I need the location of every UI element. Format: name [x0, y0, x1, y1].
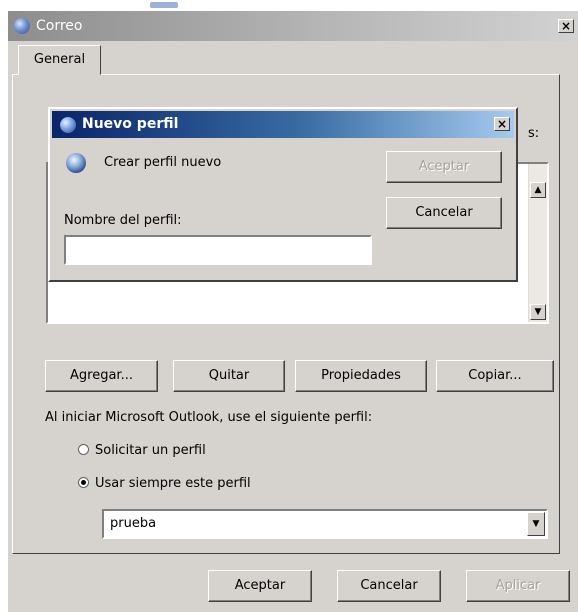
window-close-button[interactable]: ×	[558, 19, 574, 33]
apply-button[interactable]: Aplicar	[466, 570, 570, 602]
tab-general[interactable]: General	[18, 45, 101, 75]
radio-always-use-profile[interactable]: Usar siempre este perfil	[78, 476, 251, 491]
remove-profile-button[interactable]: Quitar	[173, 360, 285, 392]
add-profile-button[interactable]: Agregar...	[45, 360, 158, 392]
new-profile-dialog: Nuevo perfil × Crear perfil nuevo Nombre…	[48, 107, 518, 282]
background-fragment	[150, 2, 178, 8]
scroll-up-button[interactable]: ▲	[530, 182, 546, 198]
globe-icon	[66, 153, 86, 173]
dialog-close-button[interactable]: ×	[494, 117, 510, 131]
dialog-title: Nuevo perfil	[82, 116, 179, 132]
create-profile-label: Crear perfil nuevo	[104, 155, 222, 170]
dialog-ok-button[interactable]: Aceptar	[386, 151, 502, 183]
window-titlebar: Correo ×	[8, 11, 578, 41]
cancel-button[interactable]: Cancelar	[337, 570, 441, 602]
listbox-scrollbar[interactable]: ▲ ▼	[528, 164, 547, 322]
chevron-down-icon[interactable]: ▼	[527, 512, 545, 536]
profile-select[interactable]: prueba ▼	[102, 509, 548, 539]
copy-profile-button[interactable]: Copiar...	[436, 360, 554, 392]
radio-label: Usar siempre este perfil	[95, 476, 251, 491]
radio-label: Solicitar un perfil	[95, 443, 206, 458]
radio-button[interactable]	[78, 444, 89, 455]
profile-name-label: Nombre del perfil:	[64, 213, 182, 228]
mail-globe-icon	[60, 117, 76, 133]
dialog-cancel-button[interactable]: Cancelar	[386, 197, 502, 229]
properties-button[interactable]: Propiedades	[295, 360, 427, 392]
mail-globe-icon	[14, 18, 30, 34]
profiles-label-fragment: s:	[528, 126, 540, 141]
ok-button[interactable]: Aceptar	[208, 570, 312, 602]
scroll-down-button[interactable]: ▼	[530, 304, 546, 320]
profile-name-input[interactable]	[64, 235, 372, 265]
profile-select-value: prueba	[110, 516, 157, 531]
radio-button[interactable]	[78, 477, 89, 488]
window-title: Correo	[36, 18, 83, 34]
dialog-titlebar: Nuevo perfil ×	[52, 111, 514, 138]
startup-prompt-label: Al iniciar Microsoft Outlook, use el sig…	[45, 410, 373, 425]
radio-prompt-profile[interactable]: Solicitar un perfil	[78, 443, 206, 458]
